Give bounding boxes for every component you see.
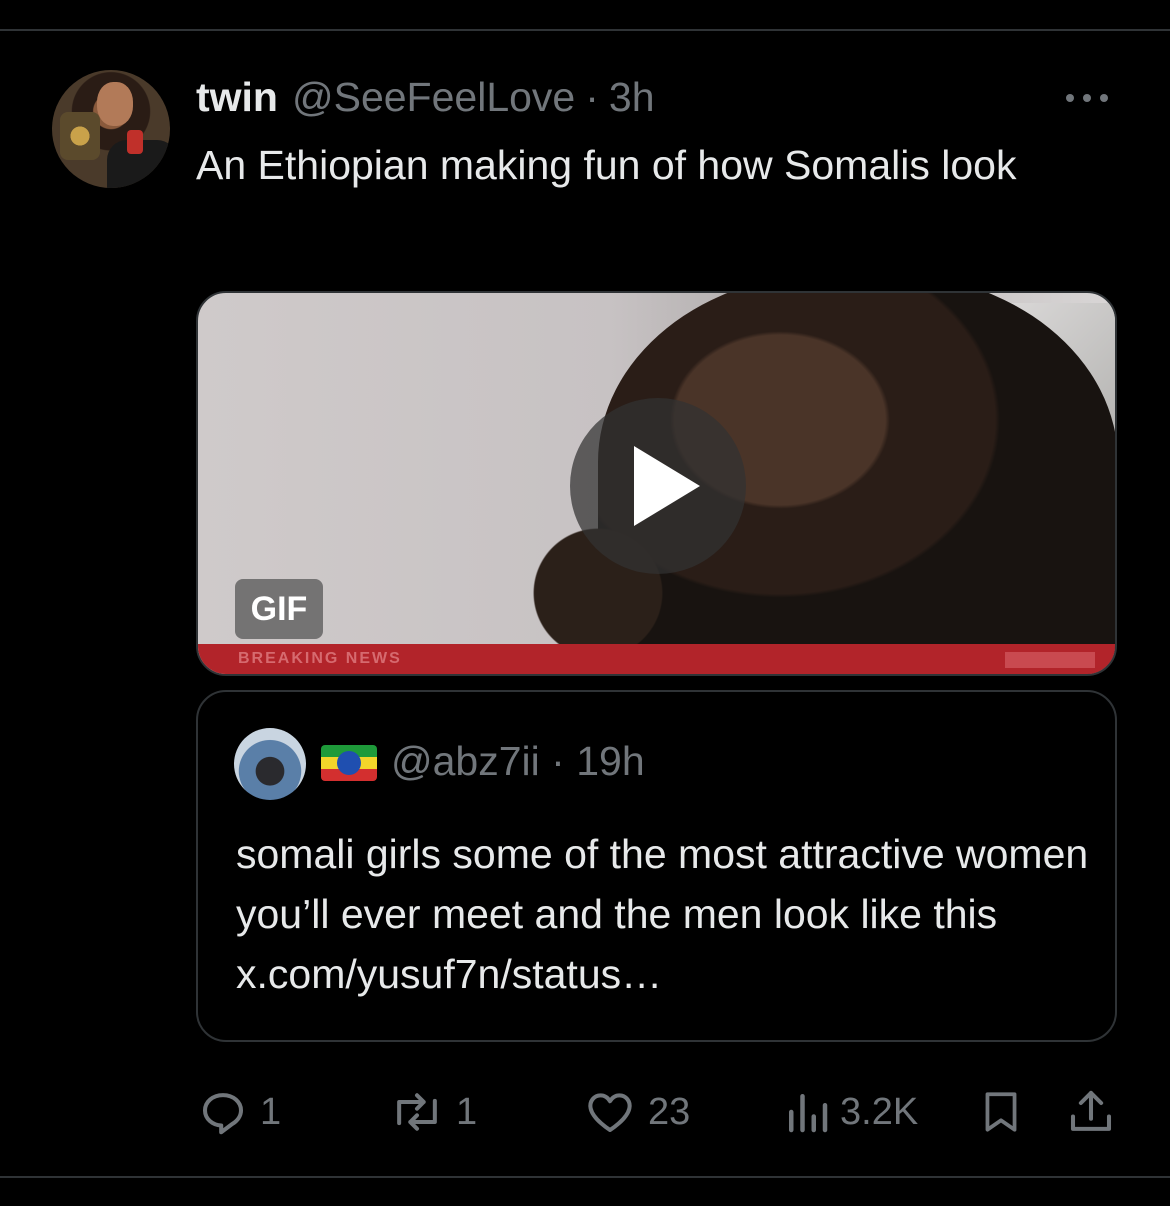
gif-badge: GIF — [235, 579, 323, 639]
play-button[interactable] — [570, 398, 746, 574]
author-handle[interactable]: @SeeFeelLove — [292, 74, 575, 121]
tweet-header: twin @SeeFeelLove · 3h — [196, 72, 655, 122]
quoted-tweet[interactable]: @abz7ii · 19h somali girls some of the m… — [196, 690, 1117, 1042]
reply-button[interactable]: 1 — [196, 1082, 281, 1142]
bookmark-icon — [985, 1092, 1017, 1132]
quoted-avatar — [234, 728, 306, 800]
top-divider — [0, 29, 1170, 31]
quoted-header: @abz7ii · 19h — [391, 738, 645, 785]
gif-media[interactable]: BREAKING NEWS GIF — [196, 291, 1117, 676]
reply-icon — [202, 1093, 244, 1135]
quoted-time: 19h — [576, 738, 645, 784]
tweet-text: An Ethiopian making fun of how Somalis l… — [196, 142, 1017, 188]
action-bar: 1 1 23 3.2K — [0, 1082, 1170, 1142]
ethiopia-flag-icon — [321, 745, 377, 781]
bookmark-button[interactable] — [976, 1082, 1026, 1142]
repost-count: 1 — [456, 1090, 478, 1133]
share-icon — [1070, 1090, 1112, 1131]
views-icon — [789, 1094, 828, 1133]
play-icon — [634, 446, 700, 526]
quoted-separator: · — [551, 738, 565, 784]
repost-button[interactable]: 1 — [388, 1082, 477, 1142]
like-count: 23 — [648, 1090, 691, 1133]
more-horizontal-icon[interactable] — [1066, 88, 1114, 108]
separator-dot: · — [585, 73, 599, 120]
author-avatar[interactable] — [52, 70, 170, 188]
banner-text: BREAKING NEWS — [238, 650, 402, 667]
repost-icon — [397, 1093, 437, 1131]
share-button[interactable] — [1064, 1082, 1118, 1142]
tweet-time[interactable]: 3h — [609, 74, 655, 121]
like-button[interactable]: 23 — [582, 1082, 690, 1142]
author-name[interactable]: twin — [196, 74, 278, 121]
reply-count: 1 — [260, 1090, 282, 1133]
quoted-text: somali girls some of the most attractive… — [236, 831, 1089, 997]
views-count: 3.2K — [840, 1090, 919, 1133]
views-button[interactable]: 3.2K — [784, 1082, 918, 1142]
bottom-divider — [0, 1176, 1170, 1178]
quoted-handle: @abz7ii — [391, 738, 540, 784]
heart-icon — [588, 1093, 632, 1133]
